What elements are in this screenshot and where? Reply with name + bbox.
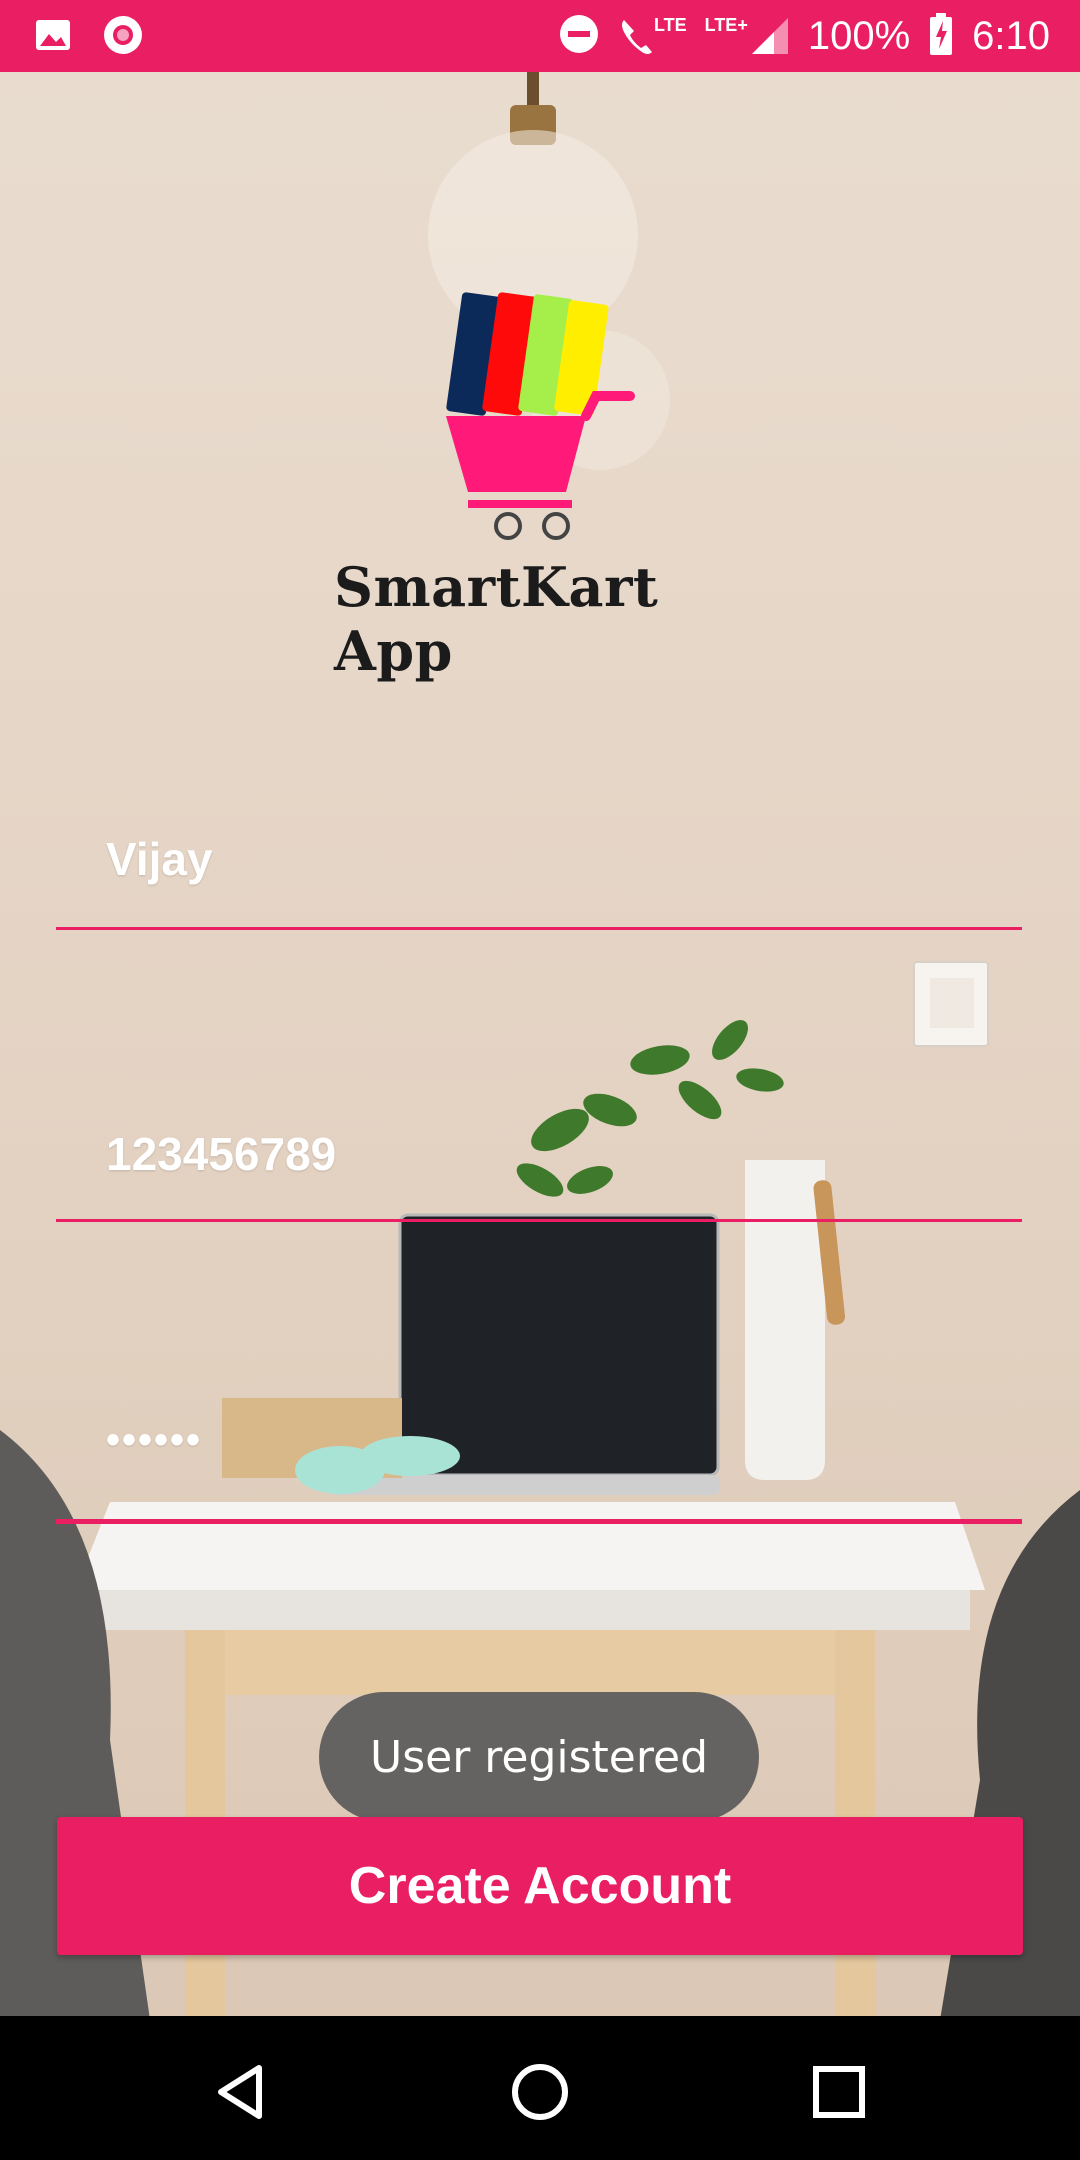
recents-icon[interactable] xyxy=(799,2052,879,2132)
name-field-underline xyxy=(56,927,1022,930)
toast-message: User registered xyxy=(319,1692,759,1822)
signal-icon: LTE+ xyxy=(705,16,790,56)
phone-field-value: 123456789 xyxy=(106,1128,337,1180)
app-title: SmartKart App xyxy=(334,555,659,683)
network-label-2: LTE+ xyxy=(704,15,748,35)
image-icon xyxy=(34,16,72,59)
battery-charging-icon xyxy=(928,12,954,60)
navigation-bar xyxy=(0,2016,1080,2160)
status-bar: LTE LTE+ 100% 6:10 xyxy=(0,0,1080,72)
name-field[interactable]: Vijay xyxy=(56,820,1022,932)
phone-field-underline xyxy=(56,1219,1022,1222)
do-not-disturb-icon xyxy=(558,13,600,60)
password-field-underline xyxy=(56,1519,1022,1524)
home-icon[interactable] xyxy=(500,2052,580,2132)
circle-record-icon xyxy=(102,14,144,61)
back-icon[interactable] xyxy=(201,2052,281,2132)
wifi-call-icon: LTE xyxy=(618,16,687,56)
network-label-1: LTE xyxy=(653,15,687,35)
password-field[interactable]: •••••• xyxy=(56,1410,1022,1524)
password-field-value: •••••• xyxy=(106,1418,203,1462)
name-field-value: Vijay xyxy=(106,833,213,885)
create-account-button[interactable]: Create Account xyxy=(57,1817,1023,1955)
clock: 6:10 xyxy=(972,13,1050,58)
phone-field[interactable]: 123456789 xyxy=(56,1110,1022,1222)
battery-percent: 100% xyxy=(807,13,911,58)
